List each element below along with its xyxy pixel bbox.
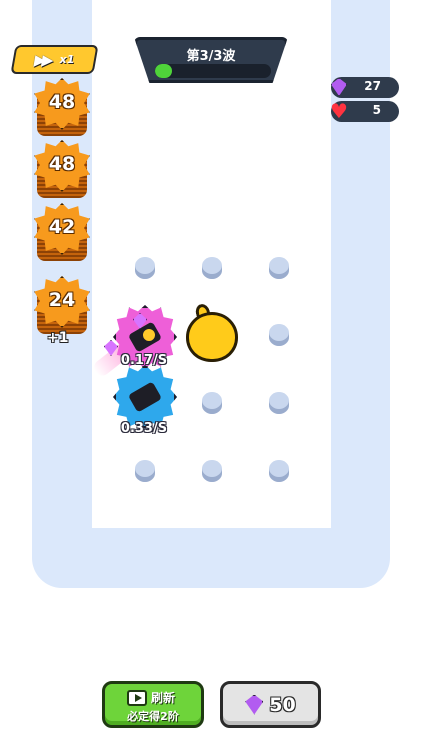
tower-slot[interactable] xyxy=(135,460,155,482)
buy-price: 50 xyxy=(269,693,296,716)
lives-counter: ♥ 5 xyxy=(330,99,399,123)
tower-slot[interactable] xyxy=(202,460,222,482)
tower-slot[interactable] xyxy=(269,324,289,346)
lives-count: 5 xyxy=(372,103,381,117)
enemy-hp: 24 xyxy=(48,289,76,311)
wave-progress-fill xyxy=(155,64,173,78)
enemy-hp: 42 xyxy=(48,216,76,238)
tower-slot[interactable] xyxy=(202,392,222,414)
enemy-gear-stack: 42 xyxy=(33,203,91,261)
wave-label: 第3/3波 xyxy=(186,49,236,64)
refresh-sub-label: 必定得2阶 xyxy=(127,710,179,723)
heart-icon: ♥ xyxy=(330,99,348,123)
enemy-gear-stack: 24 xyxy=(33,276,91,334)
tower-slot[interactable] xyxy=(135,257,155,279)
gem-count: 27 xyxy=(364,79,381,93)
tower-slot[interactable] xyxy=(269,460,289,482)
blue-gear-tower[interactable] xyxy=(113,365,177,429)
gem-icon xyxy=(328,76,350,98)
gem-counter: 27 xyxy=(331,77,399,98)
yellow-slime-unit[interactable] xyxy=(186,302,238,362)
gem-icon xyxy=(245,694,264,715)
wave-progress-bar xyxy=(155,64,271,78)
buy-tower-button[interactable]: 50 xyxy=(220,681,321,728)
tower-slot[interactable] xyxy=(269,392,289,414)
tower-slot[interactable] xyxy=(269,257,289,279)
video-play-icon xyxy=(127,690,147,706)
tower-slot[interactable] xyxy=(202,257,222,279)
enemy-gear-stack: 48 xyxy=(33,78,91,136)
tower-fire-rate: 0.33/S xyxy=(120,421,168,436)
enemy-hp: 48 xyxy=(48,153,76,175)
fast-forward-icon: ▶▶ xyxy=(32,50,52,69)
wave-banner: 第3/3波 xyxy=(134,37,288,83)
reward-plus-label: +1 xyxy=(47,330,69,346)
refresh-ad-button[interactable]: 刷新 必定得2阶 xyxy=(102,681,204,728)
game-speed-button[interactable]: ▶▶ x1 xyxy=(10,45,99,74)
refresh-label: 刷新 xyxy=(151,691,176,705)
game-speed-label: x1 xyxy=(58,53,76,66)
enemy-gear-stack: 48 xyxy=(33,140,91,198)
enemy-hp: 48 xyxy=(48,91,76,113)
